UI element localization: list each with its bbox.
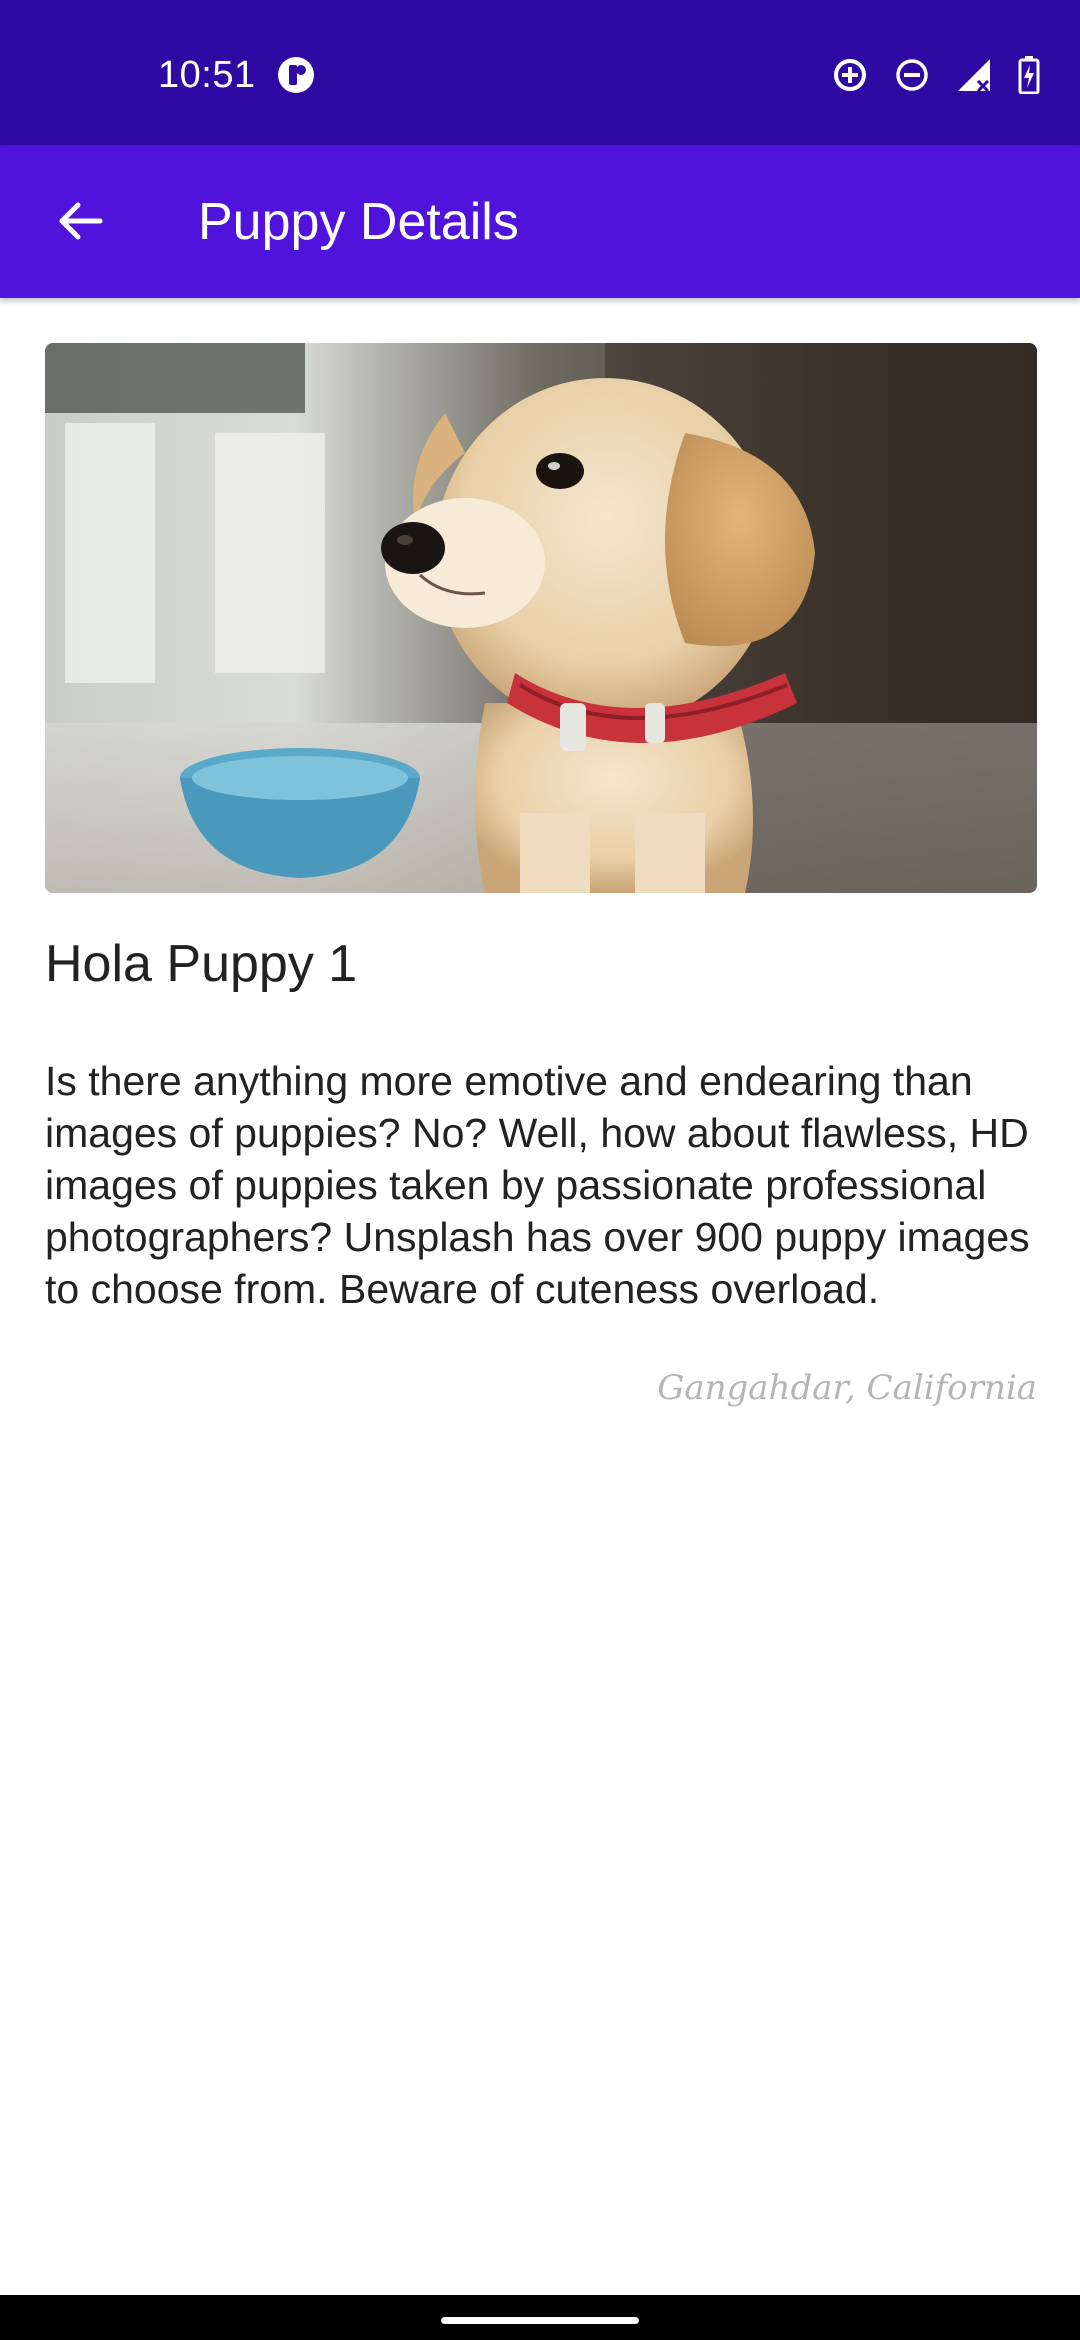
puppy-detail-content: Hola Puppy 1 Is there anything more emot… bbox=[45, 343, 1037, 1411]
arrow-back-icon bbox=[59, 202, 103, 240]
puppy-image bbox=[45, 343, 1037, 893]
puppy-location: Gangahdar, California bbox=[657, 1368, 1037, 1408]
back-button[interactable] bbox=[40, 181, 120, 261]
battery-charging-icon bbox=[1018, 56, 1040, 94]
do-not-disturb-icon bbox=[894, 57, 930, 93]
puppy-name: Hola Puppy 1 bbox=[45, 935, 358, 993]
status-bar: 10:51 bbox=[0, 0, 1080, 145]
page-title: Puppy Details bbox=[198, 193, 519, 251]
signal-no-connection-icon bbox=[956, 57, 992, 93]
status-icons bbox=[832, 52, 1040, 98]
puppy-description: Is there anything more emotive and endea… bbox=[45, 1058, 1030, 1312]
home-gesture-handle[interactable] bbox=[441, 2317, 639, 2324]
app-notification-icon bbox=[276, 55, 316, 95]
app-bar: Puppy Details bbox=[0, 145, 1080, 298]
navigation-bar bbox=[0, 2295, 1080, 2340]
status-time: 10:51 bbox=[158, 54, 256, 96]
data-saver-icon bbox=[832, 57, 868, 93]
